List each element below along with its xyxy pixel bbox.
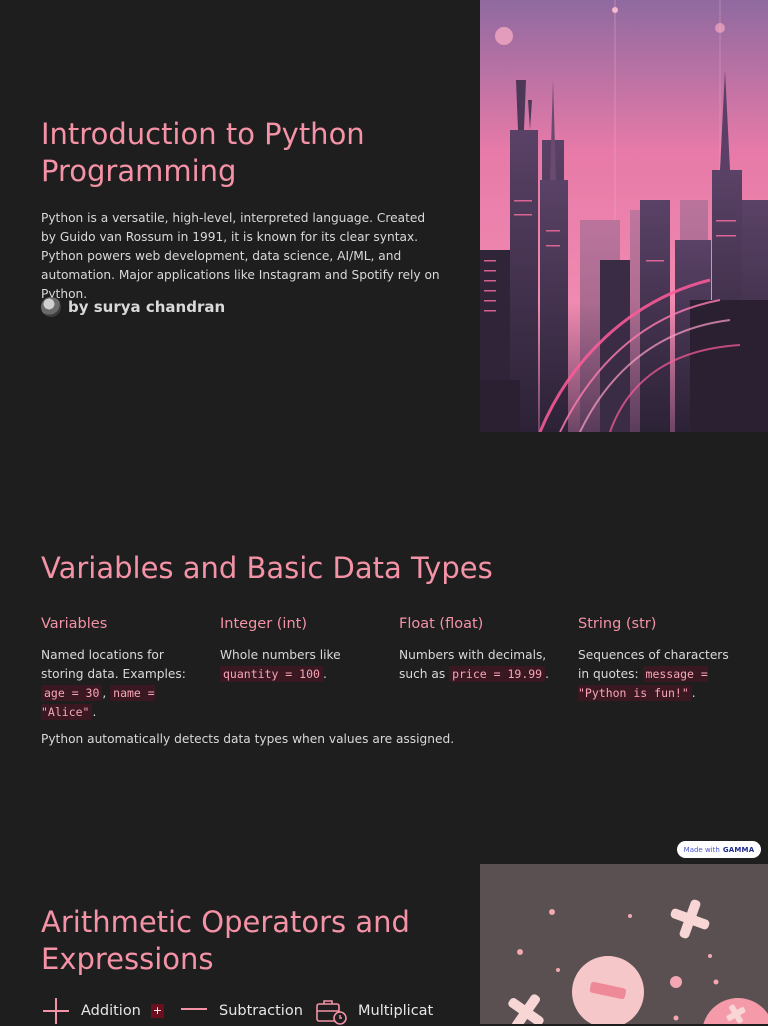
author-byline: by surya chandran (41, 297, 225, 317)
plus-icon (43, 998, 69, 1024)
slide-intro: Introduction to Python Programming Pytho… (0, 0, 768, 432)
column-variables: Variables Named locations for storing da… (41, 616, 201, 722)
operator-label: Subtraction (219, 1003, 303, 1019)
column-integer: Integer (int) Whole numbers like quantit… (220, 616, 380, 684)
operator-multiplication: Multiplicat (314, 996, 433, 1026)
operator-symbol: + (150, 1004, 165, 1018)
operator-label: Multiplicat (358, 1003, 434, 1019)
slide-variables: Variables and Basic Data Types Variables… (0, 432, 768, 864)
slide-description: Python is a versatile, high-level, inter… (41, 211, 440, 301)
code-snippet: price = 19.99 (449, 666, 546, 682)
column-text-part: Whole numbers like (220, 648, 341, 662)
column-title: Variables (41, 616, 108, 632)
column-text: Whole numbers like quantity = 100. (220, 646, 380, 684)
code-snippet: quantity = 100 (220, 666, 323, 682)
author-name: by surya chandran (68, 298, 226, 316)
column-text: Numbers with decimals, such as price = 1… (399, 646, 559, 684)
operator-subtraction: Subtraction (179, 996, 303, 1026)
column-text-part: . (322, 667, 327, 681)
slide-title: Variables and Basic Data Types (41, 551, 493, 585)
column-text-part: Named locations for storing data. Exampl… (41, 648, 186, 681)
column-text-part: . (545, 667, 549, 681)
column-text-part: . (92, 705, 97, 719)
column-text: Named locations for storing data. Exampl… (41, 646, 201, 722)
neon-city-illustration (480, 0, 768, 432)
badge-prefix: Made with (683, 845, 720, 854)
slide-title: Arithmetic Operators and Expressions (41, 905, 410, 976)
column-float: Float (float) Numbers with decimals, suc… (399, 616, 559, 684)
made-with-gamma-badge[interactable]: Made with GAMMA (677, 841, 761, 858)
math-graphic (480, 864, 768, 1024)
column-string: String (str) Sequences of characters in … (578, 616, 738, 703)
column-title: Float (float) (399, 616, 484, 632)
briefcase-clock-icon (316, 1000, 347, 1025)
column-text-part: , (102, 686, 111, 700)
column-text-part: . (691, 686, 696, 700)
operator-addition: Addition + (41, 996, 165, 1026)
avatar (41, 297, 61, 317)
operator-label: Addition (81, 1003, 141, 1019)
gamma-logo: GAMMA (722, 845, 755, 854)
code-snippet: age = 30 (41, 685, 103, 701)
slide-title: Introduction to Python Programming (41, 117, 365, 188)
column-text: Sequences of characters in quotes: messa… (578, 646, 738, 703)
city-graphic (480, 0, 768, 432)
slide-note: Python automatically detects data types … (41, 732, 455, 746)
math-symbols-illustration (480, 864, 768, 1024)
slide-operators: Arithmetic Operators and Expressions Add… (0, 864, 768, 1026)
minus-icon (181, 1008, 207, 1010)
column-title: String (str) (578, 616, 657, 632)
column-title: Integer (int) (220, 616, 307, 632)
